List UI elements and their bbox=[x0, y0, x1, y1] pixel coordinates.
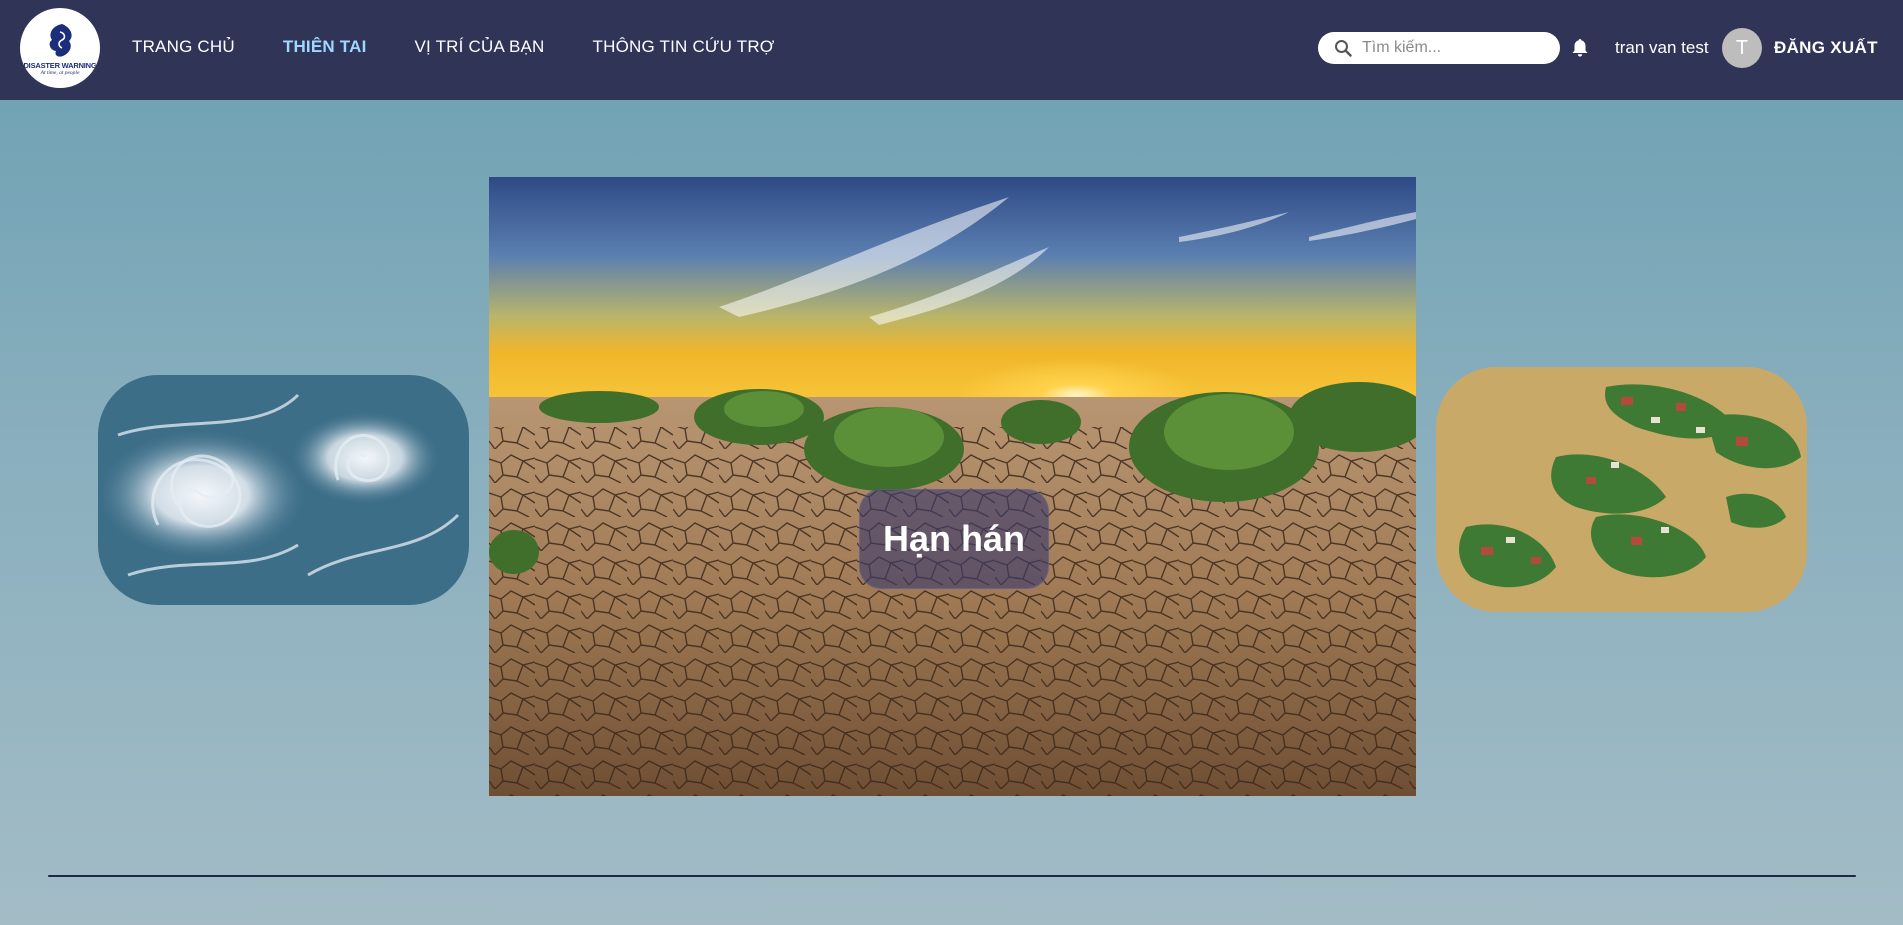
hurricane-satellite-image bbox=[98, 375, 469, 605]
logo-subtitle: At time, at people bbox=[40, 70, 80, 76]
logout-button[interactable]: ĐĂNG XUẤT bbox=[1774, 38, 1878, 58]
search-icon bbox=[1335, 40, 1352, 57]
user-name: tran van test bbox=[1615, 38, 1709, 57]
nav-item-relief-info[interactable]: THÔNG TIN CỨU TRỢ bbox=[593, 37, 775, 57]
nav-item-home[interactable]: TRANG CHỦ bbox=[132, 37, 235, 57]
logo-title: DISASTER WARNING bbox=[23, 61, 97, 70]
footer-divider bbox=[48, 875, 1856, 877]
main-nav: TRANG CHỦ THIÊN TAI VỊ TRÍ CỦA BẠN THÔNG… bbox=[132, 0, 775, 94]
carousel-current-slide[interactable] bbox=[489, 177, 1416, 796]
flood-aerial-image bbox=[1436, 367, 1807, 612]
nav-item-disasters[interactable]: THIÊN TAI bbox=[283, 37, 367, 57]
logo[interactable]: DISASTER WARNING At time, at people bbox=[20, 8, 100, 88]
nav-item-your-location[interactable]: VỊ TRÍ CỦA BẠN bbox=[415, 37, 545, 57]
avatar[interactable]: T bbox=[1722, 28, 1762, 68]
current-slide-caption: Hạn hán bbox=[859, 489, 1049, 589]
search-box[interactable] bbox=[1318, 32, 1560, 64]
top-navbar: DISASTER WARNING At time, at people TRAN… bbox=[0, 0, 1903, 100]
notification-bell-icon[interactable] bbox=[1569, 37, 1591, 59]
search-input[interactable] bbox=[1362, 39, 1542, 57]
storm-logo-icon bbox=[49, 24, 72, 57]
drought-cracked-earth-image bbox=[489, 177, 1416, 796]
carousel-prev-slide[interactable] bbox=[98, 375, 469, 605]
carousel-next-slide[interactable] bbox=[1436, 367, 1807, 612]
